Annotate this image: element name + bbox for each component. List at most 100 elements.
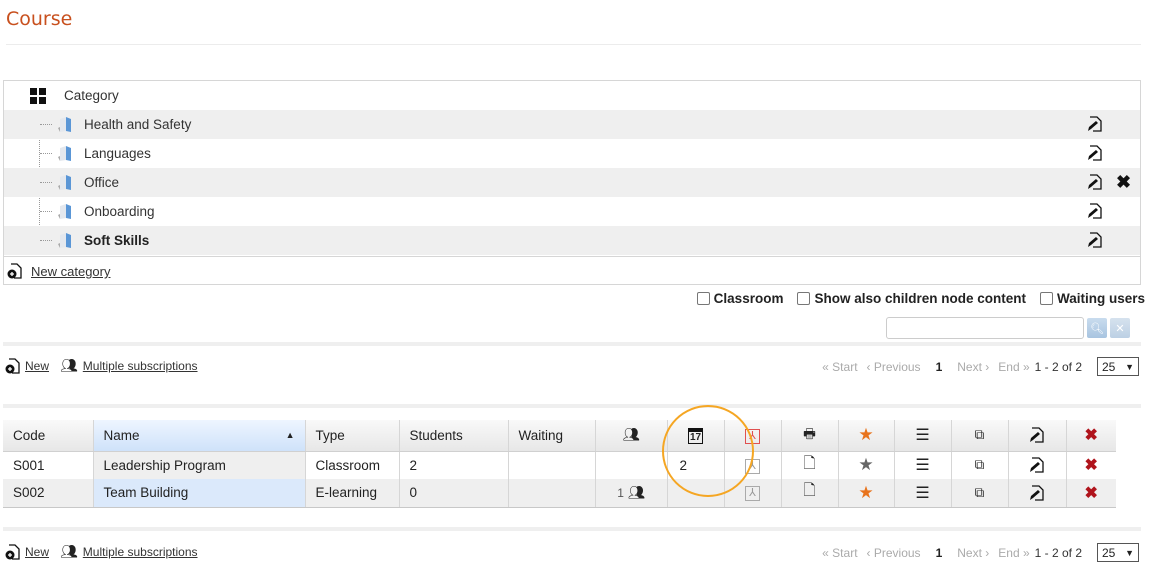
cell-name[interactable]: Leadership Program — [92, 451, 305, 479]
col-print[interactable]: 🖶 — [780, 420, 838, 452]
calendar-icon: 17 — [687, 427, 704, 444]
pager-end[interactable]: End » — [998, 546, 1029, 560]
chevron-down-icon: ▼ — [1125, 547, 1134, 558]
children-checkbox[interactable] — [797, 292, 811, 305]
pager-top: « Start ‹ Previous 1 Next › End » 1 - 2 … — [822, 357, 1139, 376]
star-icon: ★ — [858, 425, 874, 445]
col-subscriptions[interactable]: 👥︎ — [594, 420, 667, 452]
page-size-select[interactable]: 25 ▼ — [1097, 357, 1139, 376]
cell-copy[interactable]: ⧉ — [950, 479, 1008, 508]
cell-calendar[interactable] — [666, 479, 724, 508]
col-name[interactable]: Name ▲ — [92, 420, 305, 452]
edit-icon[interactable] — [1087, 174, 1103, 190]
category-item[interactable]: Soft Skills — [4, 226, 1140, 255]
col-delete[interactable]: ✖ — [1065, 420, 1116, 452]
cell-featured[interactable]: ★ — [837, 451, 894, 479]
category-item[interactable]: Health and Safety — [4, 110, 1140, 139]
search-bar: 🔍︎ ✕ — [886, 317, 1130, 339]
multiple-subscriptions-link[interactable]: Multiple subscriptions — [83, 545, 198, 559]
cell-print[interactable]: 🗋 — [780, 479, 838, 508]
col-copy[interactable]: ⧉ — [950, 420, 1008, 452]
cell-subscriptions[interactable] — [594, 451, 667, 479]
search-input[interactable] — [886, 317, 1084, 339]
pager-next[interactable]: Next › — [957, 360, 989, 374]
clear-search-button[interactable]: ✕ — [1110, 318, 1130, 338]
new-category-link[interactable]: New category — [31, 264, 110, 279]
pager-previous[interactable]: ‹ Previous — [867, 360, 921, 374]
classroom-filter[interactable]: Classroom — [696, 291, 783, 306]
cell-delete[interactable]: ✖ — [1065, 451, 1116, 479]
folder-icon — [58, 117, 71, 132]
col-calendar[interactable]: 17 — [666, 420, 724, 452]
cell-print[interactable]: 🗋 — [780, 451, 838, 479]
edit-icon[interactable] — [1087, 116, 1103, 132]
separator — [3, 527, 1141, 531]
cell-pdf[interactable]: ⅄ — [723, 451, 781, 479]
col-waiting[interactable]: Waiting — [507, 420, 595, 452]
chevron-down-icon: ▼ — [1125, 361, 1134, 372]
cell-students: 2 — [398, 451, 508, 479]
table-row[interactable]: S002 Team Building E-learning 0 1 👥︎ ⅄ 🗋… — [3, 479, 1116, 508]
category-item[interactable]: Onboarding — [4, 197, 1140, 226]
cell-calendar[interactable]: 2 — [666, 451, 724, 479]
children-filter[interactable]: Show also children node content — [797, 291, 1026, 306]
classroom-checkbox[interactable] — [696, 292, 710, 305]
category-tree: Category Health and Safety Languages Off… — [3, 80, 1141, 285]
list-icon: ☰ — [915, 484, 930, 502]
document-icon: 🗋 — [803, 454, 816, 472]
waiting-checkbox[interactable] — [1039, 292, 1053, 305]
new-course-link[interactable]: New — [25, 359, 49, 373]
folder-icon — [58, 233, 71, 248]
waiting-filter[interactable]: Waiting users — [1039, 291, 1145, 306]
edit-icon — [1030, 485, 1044, 501]
pager-previous[interactable]: ‹ Previous — [867, 546, 921, 560]
pager-start[interactable]: « Start — [822, 360, 857, 374]
edit-icon[interactable] — [1087, 145, 1103, 161]
group-icon: 👥︎ — [627, 484, 645, 500]
bottom-toolbar: New 👥︎ Multiple subscriptions — [5, 543, 198, 560]
category-root[interactable]: Category — [4, 81, 1140, 110]
page-size-select[interactable]: 25 ▼ — [1097, 543, 1139, 562]
cell-featured[interactable]: ★ — [837, 479, 894, 508]
col-list[interactable]: ☰ — [893, 420, 951, 452]
subscriptions-count: 1 — [617, 485, 624, 500]
col-code[interactable]: Code — [3, 420, 93, 452]
edit-icon — [1030, 427, 1044, 444]
col-featured[interactable]: ★ — [837, 420, 894, 452]
edit-icon[interactable] — [1087, 232, 1103, 248]
col-type[interactable]: Type — [304, 420, 399, 452]
cell-list[interactable]: ☰ — [893, 479, 951, 508]
new-course-link[interactable]: New — [25, 545, 49, 559]
category-label: Languages — [84, 146, 151, 161]
cell-copy[interactable]: ⧉ — [950, 451, 1008, 479]
pager-current[interactable]: 1 — [936, 546, 943, 560]
pager-next[interactable]: Next › — [957, 546, 989, 560]
cell-pdf[interactable]: ⅄ — [723, 479, 781, 508]
col-edit[interactable] — [1007, 420, 1066, 452]
pager-start[interactable]: « Start — [822, 546, 857, 560]
cell-list[interactable]: ☰ — [893, 451, 951, 479]
copy-icon: ⧉ — [974, 457, 985, 473]
cell-edit[interactable] — [1007, 479, 1066, 508]
multiple-subscriptions-link[interactable]: Multiple subscriptions — [83, 359, 198, 373]
folder-icon — [58, 175, 71, 190]
cell-edit[interactable] — [1007, 451, 1066, 479]
separator — [3, 404, 1141, 408]
category-root-label: Category — [64, 88, 119, 103]
cell-name[interactable]: Team Building — [92, 479, 305, 508]
category-item[interactable]: Languages — [4, 139, 1140, 168]
new-category-row: New category — [4, 256, 1140, 285]
pager-end[interactable]: End » — [998, 360, 1029, 374]
col-pdf[interactable]: ⅄ — [723, 420, 781, 452]
waiting-label: Waiting users — [1056, 291, 1145, 306]
category-item[interactable]: Office ✖ — [4, 168, 1140, 197]
cell-subscriptions[interactable]: 1 👥︎ — [594, 479, 667, 508]
table-row[interactable]: S001 Leadership Program Classroom 2 2 ⅄ … — [3, 451, 1116, 479]
col-students[interactable]: Students — [398, 420, 508, 452]
col-name-label: Name — [103, 427, 140, 443]
search-button[interactable]: 🔍︎ — [1087, 318, 1107, 338]
cell-delete[interactable]: ✖ — [1065, 479, 1116, 508]
pager-current[interactable]: 1 — [936, 360, 943, 374]
edit-icon[interactable] — [1087, 203, 1103, 219]
delete-icon[interactable]: ✖ — [1116, 173, 1131, 191]
